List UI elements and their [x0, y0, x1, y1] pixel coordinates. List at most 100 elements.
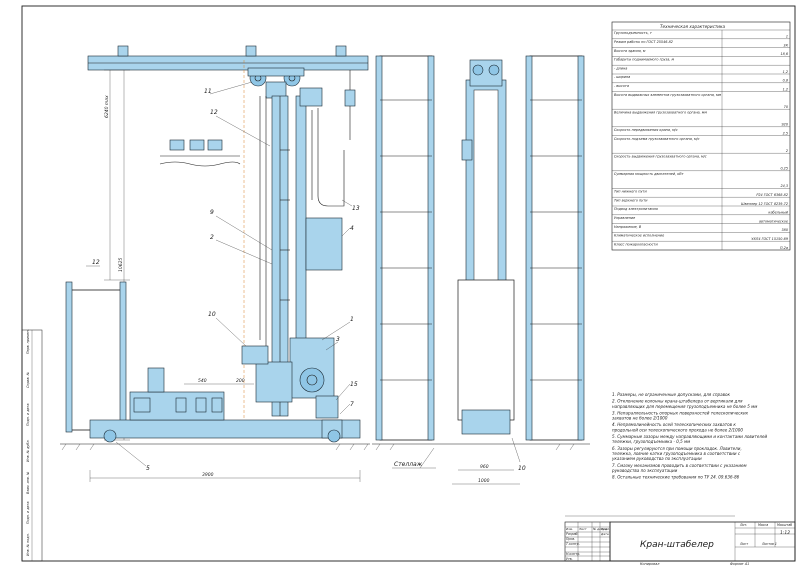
tb-sign: Подп. [601, 527, 610, 531]
callout-15: 15 [350, 381, 358, 388]
spec-row-value: 2 [786, 149, 788, 153]
spec-row-label: Тип нижнего пути [614, 190, 647, 194]
spec-row-value: Швеллер 12 ГОСТ 8239-72 [741, 202, 788, 206]
spec-row-label: Высота здания, м [614, 49, 646, 53]
rack-left [379, 55, 433, 441]
spec-row-value: 18,6 [780, 52, 788, 56]
spec-row-value: 2,5 [783, 131, 788, 135]
callout-13: 12 [92, 259, 100, 266]
spec-row-label: Управление [614, 216, 635, 220]
spec-row-value: 24,3 [780, 184, 788, 188]
tb-list: Лист [578, 527, 587, 531]
spec-row-value: 920 [782, 123, 788, 127]
spec-row-value: УХЛ4 ГОСТ 15150-69 [751, 237, 788, 241]
tech-note: 7. Смазку механизмов проводить в соответ… [611, 463, 747, 473]
side-label: Взам. инв. № [26, 471, 30, 494]
side-label: Перв. примен. [26, 329, 30, 354]
spec-row-label: Суммарная мощность двигателей, кВт [614, 172, 685, 176]
dim-3900: 3900 [202, 472, 214, 478]
spec-row-value: 1,2 [783, 87, 788, 91]
tech-note: 1. Размеры, не ограниченные допусками, д… [612, 392, 731, 397]
callout-11: 10 [208, 311, 216, 318]
callout-8: 11 [204, 88, 212, 95]
tb-sheet: Лист [739, 542, 748, 546]
spec-row-label: Класс пожароопасности [614, 242, 658, 246]
tech-notes: 1. Размеры, не ограниченные допусками, д… [611, 392, 767, 480]
spec-row-label: Напряжение, В [614, 225, 642, 229]
control-cabinet [305, 217, 343, 271]
spec-row-value: кабельный [768, 211, 788, 215]
tb-check: Пров. [566, 537, 575, 541]
tb-copied: Копировал [640, 562, 660, 566]
tech-note: 2. Отклонение колонны крана-штабелера от… [612, 399, 757, 409]
side-label: Подп. и дата [26, 404, 30, 426]
callout-6: 9 [210, 209, 214, 216]
spec-heading: Техническая характеристика [660, 24, 726, 29]
side-label: Инв. № подл. [26, 533, 30, 556]
spec-row-label: Габариты поднимаемого груза, м [614, 58, 675, 62]
travel-motor [315, 395, 339, 419]
dim-960: 960 [480, 464, 489, 470]
spec-row-value: 380 [782, 228, 788, 232]
spec-row-label: Подвод электропитания [614, 207, 658, 211]
spec-row-value: 1 [786, 35, 788, 39]
callout-1: 1 [350, 316, 354, 323]
tb-sheet-of: Листов 1 [761, 542, 777, 546]
stellazh-label: Стеллаж [394, 461, 423, 468]
crane-side-view: 6240 max 10625 540 200 3900 11 12 9 2 10… [60, 45, 370, 482]
spec-row-label: Скорость выдвижения грузозахватного орга… [614, 154, 707, 158]
tech-note: 3. Непараллельность опорных поверхностей… [612, 410, 749, 420]
tb-scale-label: Масштаб [777, 523, 792, 527]
spec-row-label: Климатическое исполнение [614, 234, 664, 238]
callout-7: 7 [350, 401, 354, 408]
side-label: Инв. № дубл. [26, 439, 30, 462]
tb-approve: Утв. [566, 557, 573, 561]
spec-row-label: - длина [614, 66, 627, 70]
tech-note: 5. Суммарные зазоры между направляющими … [612, 434, 767, 444]
tech-note: 4. Непрямолинейность осей телескопически… [612, 422, 743, 432]
tb-ncontrol: Н.контр. [566, 552, 580, 556]
spec-row-label: Скорость передвижения крана, м/с [614, 128, 678, 132]
tech-note: 8. Остальные технические требования по Т… [612, 475, 740, 480]
tb-tcontrol: Т.контр. [566, 542, 580, 546]
spec-row-label: Величина выдвижения грузозахватного орга… [614, 110, 707, 114]
dim-540: 540 [198, 378, 207, 384]
rack-right [529, 55, 583, 441]
spec-row-value: автоматическое [759, 219, 788, 223]
callout-10: 10 [518, 465, 526, 472]
spec-row-value: 70 [784, 105, 788, 109]
crane-front-view: Стеллаж 960 1000 10 [372, 55, 590, 485]
side-label: Подп. и дата [26, 502, 30, 524]
tb-scale: 1:12 [780, 530, 790, 536]
spec-row-label: Высота выдвижных элементов грузозахватно… [614, 93, 722, 97]
spec-row-label: - ширина [614, 75, 630, 79]
callout-2: 2 [210, 234, 214, 241]
tb-date: Дата [600, 532, 609, 536]
tb-dev: Разраб. [566, 532, 579, 536]
spec-row-value: 0,8 [783, 79, 789, 83]
callout-9: 12 [210, 109, 218, 116]
spec-row-label: Скорость подъема грузозахватного органа,… [614, 137, 700, 141]
callout-3: 3 [336, 336, 340, 343]
side-strip-labels: Перв. примен. Справ. № Подп. и дата Инв.… [26, 329, 30, 556]
callout-5: 5 [146, 465, 150, 472]
callout-12: 13 [352, 205, 360, 212]
tech-note: 6. Зазоры регулируются при помощи прокла… [611, 446, 742, 461]
spec-row-value: 1,2 [783, 70, 788, 74]
dim-200: 200 [236, 378, 245, 384]
spec-row-label: Режим работы по ГОСТ 25546-82 [614, 40, 673, 44]
bottom-wheel [103, 429, 117, 443]
tb-mass: Масса [758, 523, 768, 527]
drawing-title: Кран-штабелер [640, 540, 714, 550]
spec-row-value: П-2а [780, 246, 788, 250]
dim-upper-height: 6240 max [104, 95, 110, 118]
spec-row-value: Р24 ГОСТ 6368-82 [756, 193, 788, 197]
dim-1000: 1000 [478, 478, 490, 484]
cable-reel [299, 87, 323, 107]
tb-format: Формат А1 [730, 562, 749, 566]
title-block: Разраб. Пров. Т.контр. Н.контр. Утв. Изм… [564, 515, 796, 566]
bottom-wheel [327, 429, 341, 443]
drawing-sheet: Перв. примен. Справ. № Подп. и дата Инв.… [21, 5, 796, 566]
spec-row-value: 3К [783, 43, 788, 47]
tb-lit: Лит. [739, 523, 747, 527]
